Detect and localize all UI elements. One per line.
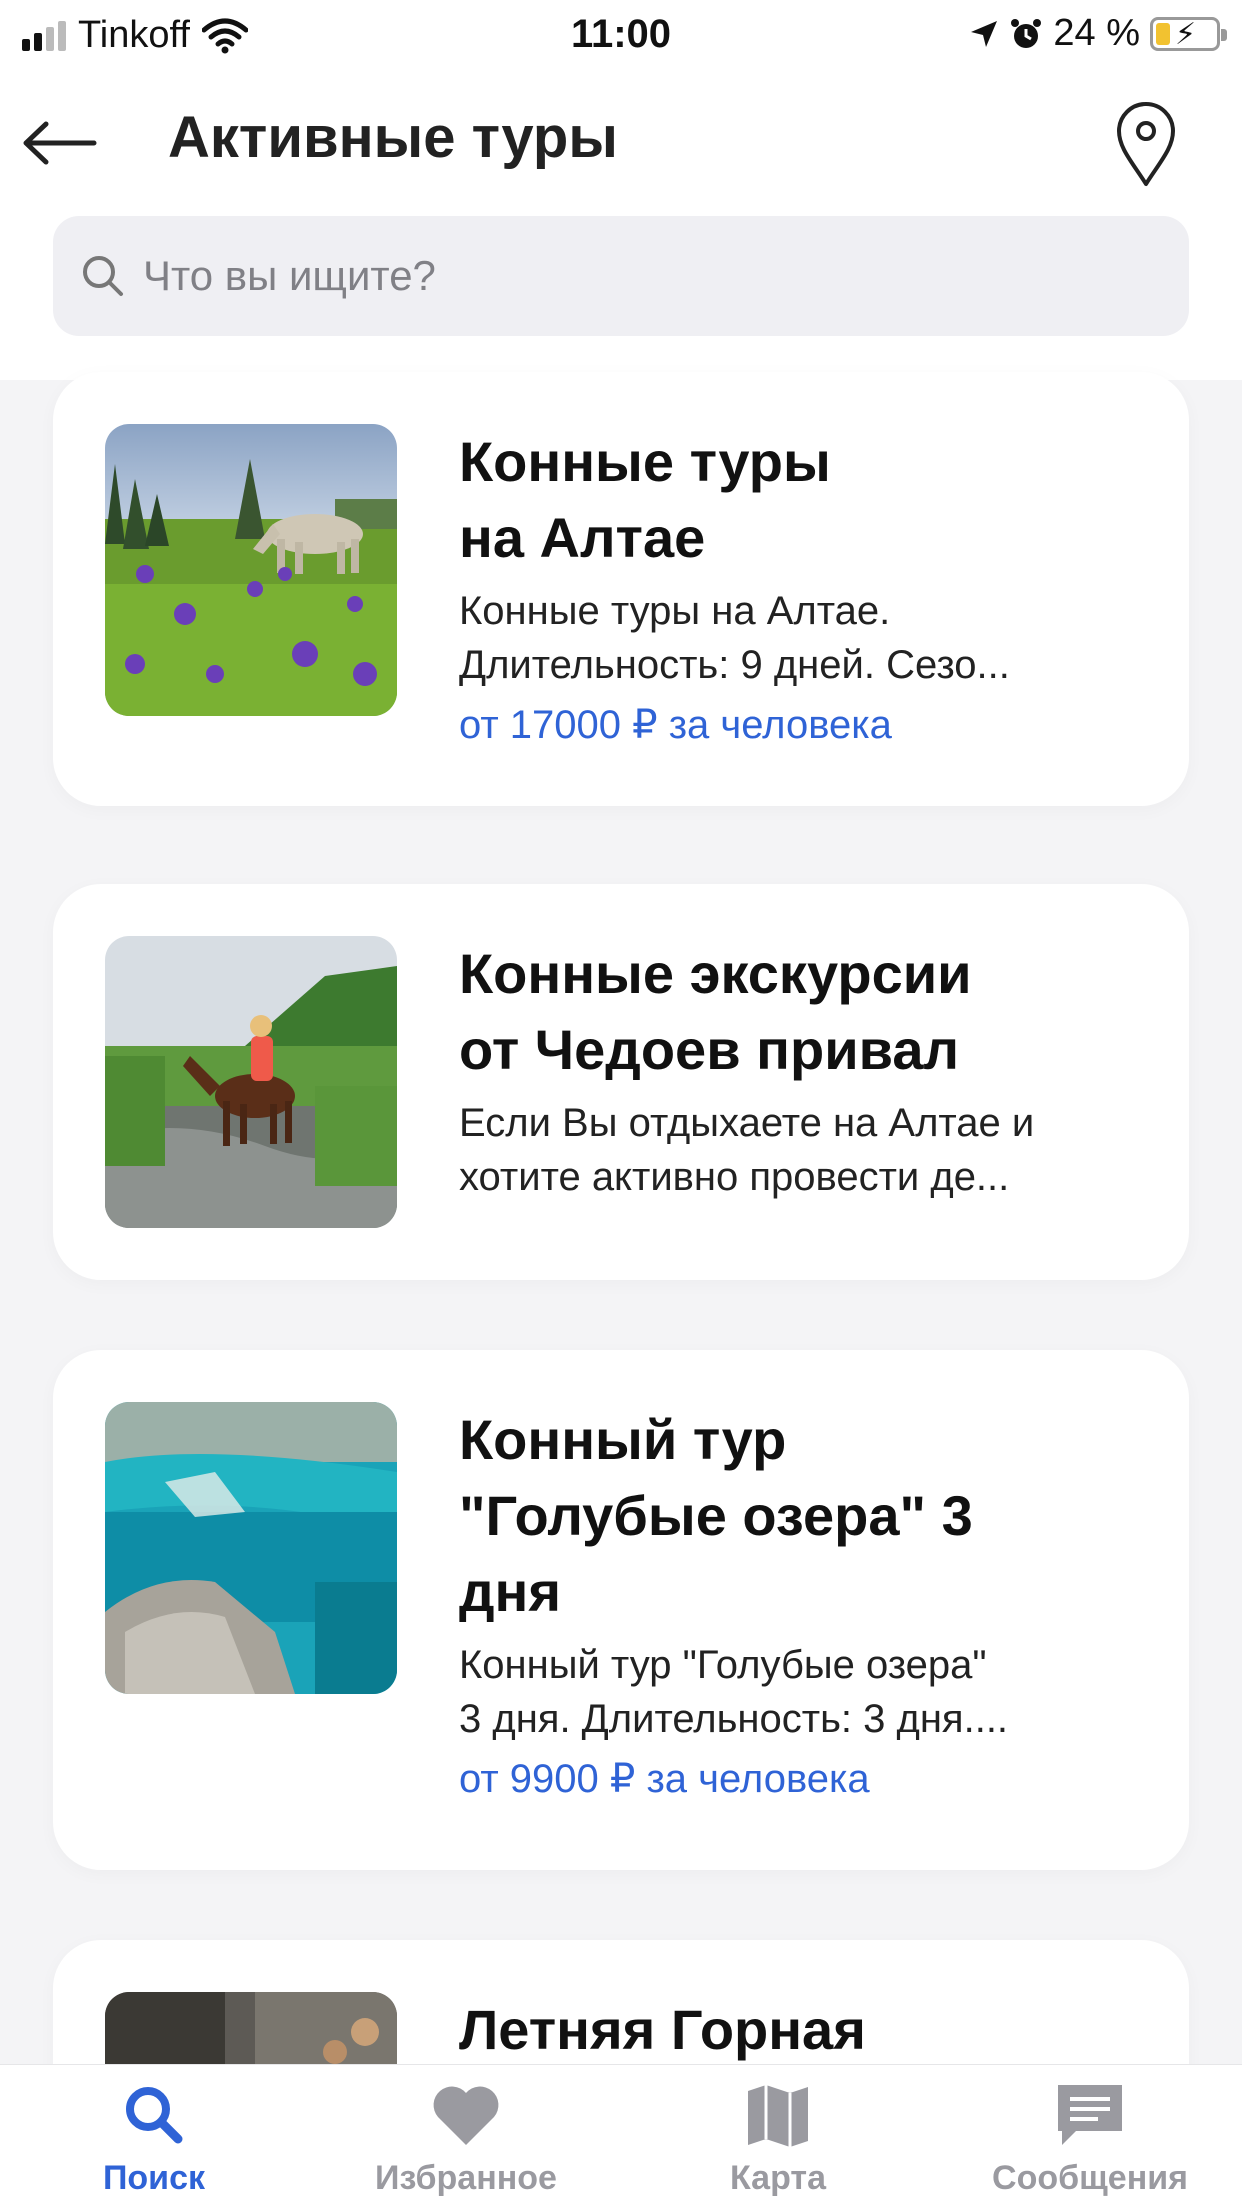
alarm-icon	[1011, 18, 1042, 48]
tab-label: Избранное	[375, 2159, 557, 2197]
page-title: Активные туры	[168, 105, 618, 170]
chat-icon	[1058, 2085, 1122, 2145]
tour-card[interactable]: Конный тур "Голубые озера" 3 дня Конный …	[53, 1350, 1189, 1870]
tab-bar: Поиск Избранное Карта Сообщения	[0, 2064, 1242, 2208]
page: Tinkoff 11:00 24 % ⚡ Активные туры Что в…	[0, 0, 1242, 2208]
tour-description: Конные туры на Алтае. Длительность: 9 дн…	[459, 589, 1010, 687]
tab-label: Сообщения	[992, 2159, 1188, 2197]
tour-price: от 9900 ₽ за человека	[459, 1757, 870, 1801]
tab-search[interactable]: Поиск	[24, 2075, 284, 2205]
tour-title: Конные экскурсии от Чедоев привал	[459, 942, 972, 1081]
tab-label: Карта	[730, 2159, 826, 2197]
status-right: 24 % ⚡	[969, 12, 1227, 55]
battery-icon: ⚡	[1150, 16, 1227, 51]
tour-card[interactable]: Конные туры на Алтае Конные туры на Алта…	[53, 372, 1189, 806]
battery-percent: 24 %	[1053, 12, 1140, 54]
tour-description: Конный тур "Голубые озера" 3 дня. Длител…	[459, 1643, 1009, 1741]
tour-thumbnail	[105, 1402, 397, 1694]
tour-price: от 17000 ₽ за человека	[459, 703, 892, 747]
header: Активные туры	[0, 70, 1242, 380]
tab-label: Поиск	[102, 2159, 206, 2197]
tab-map[interactable]: Карта	[648, 2075, 908, 2205]
tour-title: Конные туры на Алтае	[459, 430, 831, 569]
map-icon	[748, 2085, 808, 2147]
back-button[interactable]	[22, 108, 102, 178]
status-bar: Tinkoff 11:00 24 % ⚡	[0, 0, 1242, 70]
map-pin-button[interactable]	[1112, 100, 1180, 190]
search-icon	[83, 256, 123, 296]
tab-messages[interactable]: Сообщения	[960, 2075, 1220, 2205]
search-bar[interactable]	[53, 216, 1189, 336]
tour-title: Конный тур "Голубые озера" 3 дня	[459, 1408, 973, 1623]
back-arrow-icon	[23, 121, 97, 165]
tour-thumbnail	[105, 424, 397, 716]
search-icon	[126, 2087, 183, 2144]
tour-thumbnail	[105, 936, 397, 1228]
location-arrow-icon	[971, 20, 998, 47]
map-pin-icon	[1117, 102, 1175, 186]
charging-bolt-icon: ⚡	[1175, 17, 1197, 51]
heart-icon	[433, 2086, 499, 2145]
search-input[interactable]	[143, 252, 1043, 300]
tab-favorites[interactable]: Избранное	[336, 2075, 596, 2205]
tour-title: Летняя Горная	[459, 1998, 866, 2061]
tour-description: Если Вы отдыхаете на Алтае и хотите акти…	[459, 1101, 1035, 1199]
tour-card[interactable]: Конные экскурсии от Чедоев привал Если В…	[53, 884, 1189, 1280]
